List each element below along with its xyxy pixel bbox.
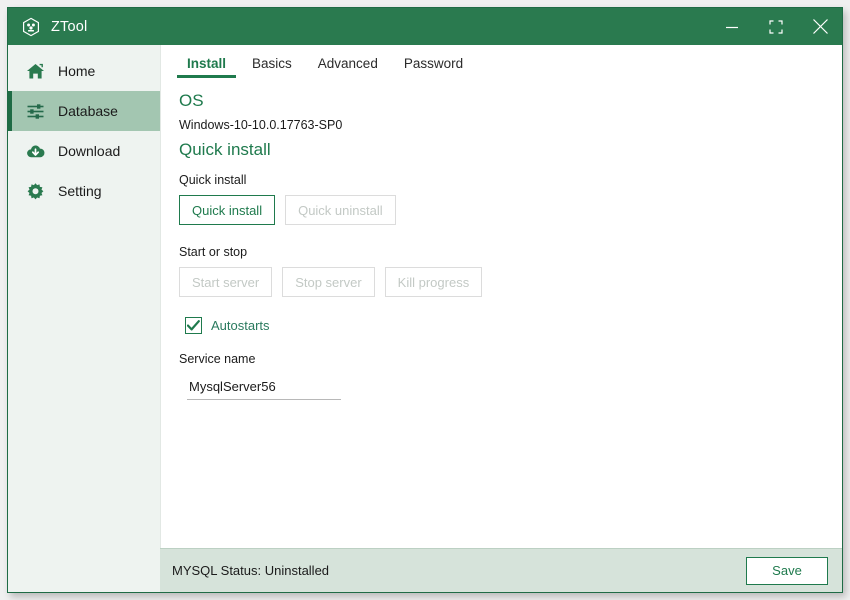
close-icon — [812, 18, 829, 35]
service-name-label: Service name — [179, 352, 256, 367]
checkmark-icon — [187, 320, 200, 331]
home-icon — [26, 62, 45, 81]
status-bar: MYSQL Status: Uninstalled Save — [160, 548, 842, 592]
maximize-icon — [769, 19, 783, 34]
tab-advanced[interactable]: Advanced — [305, 56, 391, 78]
autostarts-checkbox[interactable] — [185, 317, 202, 335]
sidebar-item-database[interactable]: Database — [8, 91, 160, 131]
quick-install-button[interactable]: Quick install — [179, 195, 276, 226]
sidebar: Home Database Download Setting — [8, 45, 160, 592]
sidebar-item-label: Download — [58, 143, 121, 159]
cloud-download-icon — [26, 142, 45, 161]
os-heading: OS — [179, 91, 204, 110]
app-title: ZTool — [51, 18, 88, 35]
autostarts-row: Autostarts — [185, 317, 842, 335]
sidebar-item-label: Database — [58, 103, 118, 119]
start-stop-button-row: Start server Stop server Kill progress — [179, 267, 842, 298]
kill-progress-button: Kill progress — [384, 267, 483, 298]
service-name-input[interactable] — [187, 376, 341, 401]
sidebar-item-home[interactable]: Home — [8, 51, 160, 91]
os-version-value: Windows-10-10.0.17763-SP0 — [179, 117, 343, 132]
tab-basics[interactable]: Basics — [239, 56, 305, 78]
maximize-button[interactable] — [754, 8, 798, 45]
start-server-button: Start server — [179, 267, 273, 298]
close-button[interactable] — [798, 8, 842, 45]
stop-server-button: Stop server — [282, 267, 375, 298]
sidebar-item-label: Home — [58, 63, 96, 79]
tab-install[interactable]: Install — [174, 56, 239, 78]
sliders-icon — [26, 102, 45, 121]
tab-bar: Install Basics Advanced Password — [161, 45, 842, 78]
quick-uninstall-button: Quick uninstall — [285, 195, 396, 226]
quick-install-button-row: Quick install Quick uninstall — [179, 195, 842, 226]
install-tab-content: OS Windows-10-10.0.17763-SP0 Quick insta… — [161, 78, 842, 592]
minimize-button[interactable] — [710, 8, 754, 45]
quick-install-group-label: Quick install — [179, 173, 247, 188]
sidebar-item-setting[interactable]: Setting — [8, 171, 160, 211]
window-controls — [710, 8, 842, 45]
autostarts-label: Autostarts — [211, 318, 270, 334]
save-button[interactable]: Save — [746, 556, 828, 585]
title-bar: ZTool — [8, 8, 842, 45]
sidebar-item-label: Setting — [58, 183, 102, 199]
minimize-icon — [725, 20, 739, 34]
main-panel: Install Basics Advanced Password OS Wind… — [160, 45, 842, 592]
hexagon-mascot-icon — [21, 17, 41, 37]
gear-icon — [26, 182, 45, 201]
tab-password[interactable]: Password — [391, 56, 476, 78]
start-stop-group-label: Start or stop — [179, 245, 248, 260]
window-body: Home Database Download Setting Install B… — [8, 45, 842, 592]
mysql-status-text: MYSQL Status: Uninstalled — [172, 563, 330, 578]
sidebar-item-download[interactable]: Download — [8, 131, 160, 171]
quick-install-heading: Quick install — [179, 139, 271, 159]
application-window: ZTool Home Database Download Setting Ins… — [7, 7, 843, 593]
